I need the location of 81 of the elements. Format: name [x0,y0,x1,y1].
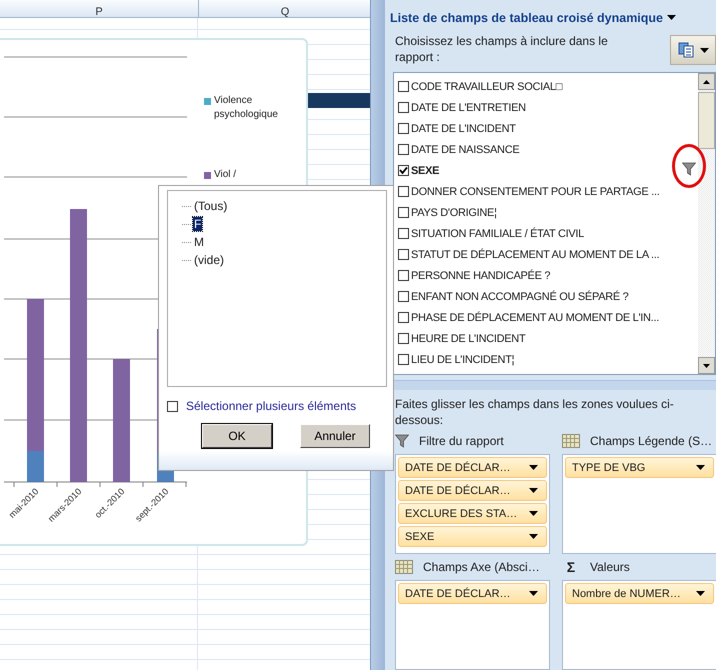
checkbox[interactable] [167,400,178,412]
field-chip[interactable]: DATE DE DÉCLAR… [398,583,547,604]
scroll-thumb[interactable] [698,92,715,150]
field-chip[interactable]: DATE DE DÉCLAR… [398,457,547,478]
checkbox[interactable] [398,228,409,240]
column-header[interactable]: P [0,0,199,18]
area-title: Valeurs [590,560,630,574]
filter-icon [682,162,696,176]
up-arrow-icon [703,80,710,84]
dropdown-arrow-icon [667,15,676,20]
field-item[interactable]: PERSONNE HANDICAPÉE ? [398,265,698,286]
field-chip[interactable]: EXCLURE DES STA… [398,503,547,524]
area-title: Champs Légende (S… [590,434,712,448]
area-title: Filtre du rapport [419,434,504,448]
checkbox[interactable] [398,123,409,134]
instructions-text: Choisissez les champs à inclure dans le rapport : [395,33,609,66]
checkbox[interactable] [398,354,409,366]
checkbox[interactable] [398,207,409,218]
checkbox[interactable] [398,249,409,260]
layout-button[interactable] [670,35,716,66]
down-arrow-icon [703,364,710,368]
checkbox[interactable] [398,186,409,198]
field-chip[interactable]: DATE DE DÉCLAR… [398,480,547,501]
legend-label: Violence psychologique [214,94,279,122]
filter-item[interactable]: (vide) [193,253,226,267]
dropdown-arrow-icon [696,591,705,596]
field-chip[interactable]: SEXE [398,526,547,547]
checkbox[interactable] [398,102,409,114]
field-item[interactable]: ENFANT NON ACCOMPAGNÉ OU SÉPARÉ ? [398,286,698,308]
drag-hint-text: Faites glisser les champs dans les zones voulues ci-dessous: [394,396,675,428]
drop-area[interactable]: TYPE DE VBG [562,454,716,554]
checkbox[interactable] [398,81,409,92]
field-item[interactable]: STATUT DE DÉPLACEMENT AU MOMENT DE LA ... [398,244,698,266]
area-title: Champs Axe (Absci… [423,560,540,574]
column-header[interactable]: Q [199,0,372,18]
drop-area[interactable]: DATE DE DÉCLAR… DATE DE DÉCLAR… EXCLURE DES STA… SEXE [395,454,550,554]
checkbox[interactable] [398,144,409,156]
cancel-button[interactable]: Annuler [300,424,370,448]
filled-cell [305,93,370,108]
drop-area[interactable]: Nombre de NUMER… [562,580,716,670]
dropdown-arrow-icon [700,48,708,53]
dropdown-arrow-icon [529,591,538,596]
legend-label: Viol / [214,168,236,182]
field-item[interactable]: DATE DE L'ENTRETIEN [398,97,698,118]
dropdown-arrow-icon [529,534,538,539]
checkbox[interactable] [398,291,409,302]
checkbox[interactable] [398,165,409,176]
field-item[interactable]: DONNER CONSENTEMENT POUR LE PARTAGE ... [398,181,698,202]
filter-item[interactable]: F [193,217,202,231]
scroll-down-button[interactable] [698,357,715,374]
pane-title: Liste de champs de tableau croisé dynamique [390,10,664,25]
dropdown-arrow-icon [529,465,538,470]
field-item[interactable]: DATE DE NAISSANCE [398,139,698,160]
checkbox[interactable] [398,312,409,324]
ok-button[interactable]: OK [202,424,272,448]
field-item[interactable]: SEXE [398,160,698,182]
field-item[interactable]: LIEU DE L'INCIDENT¦ [398,349,698,370]
checkbox[interactable] [398,333,409,344]
field-item[interactable]: SITUATION FAMILIALE / ÉTAT CIVIL [398,223,698,244]
drop-area[interactable]: DATE DE DÉCLAR… [395,580,550,670]
field-item[interactable]: PHASE DE DÉPLACEMENT AU MOMENT DE L'IN... [398,307,698,328]
grid-icon [562,434,580,448]
circle-annotation [672,144,706,188]
filter-item[interactable]: (Tous) [193,199,228,213]
scroll-up-button[interactable] [698,73,715,90]
field-item[interactable]: PAYS D'ORIGINE¦ [398,202,698,224]
list-scrollbar[interactable] [698,73,715,374]
field-item[interactable]: CODE TRAVAILLEUR SOCIAL□ [398,76,698,98]
filter-item[interactable]: M [193,235,205,249]
dropdown-arrow-icon [696,465,705,470]
grid-icon [395,560,413,574]
field-item[interactable]: HEURE DE L'INCIDENT [398,328,698,350]
filter-icon [395,434,409,448]
fields-layout-icon [678,42,694,58]
dropdown-arrow-icon [529,488,538,493]
field-chip[interactable]: Nombre de NUMER… [565,583,714,604]
checkbox[interactable] [398,270,409,282]
field-item[interactable]: DATE DE L'INCIDENT [398,118,698,140]
field-chip[interactable]: TYPE DE VBG [565,457,714,478]
sigma-icon: Σ [562,559,580,575]
dropdown-arrow-icon [529,511,538,516]
